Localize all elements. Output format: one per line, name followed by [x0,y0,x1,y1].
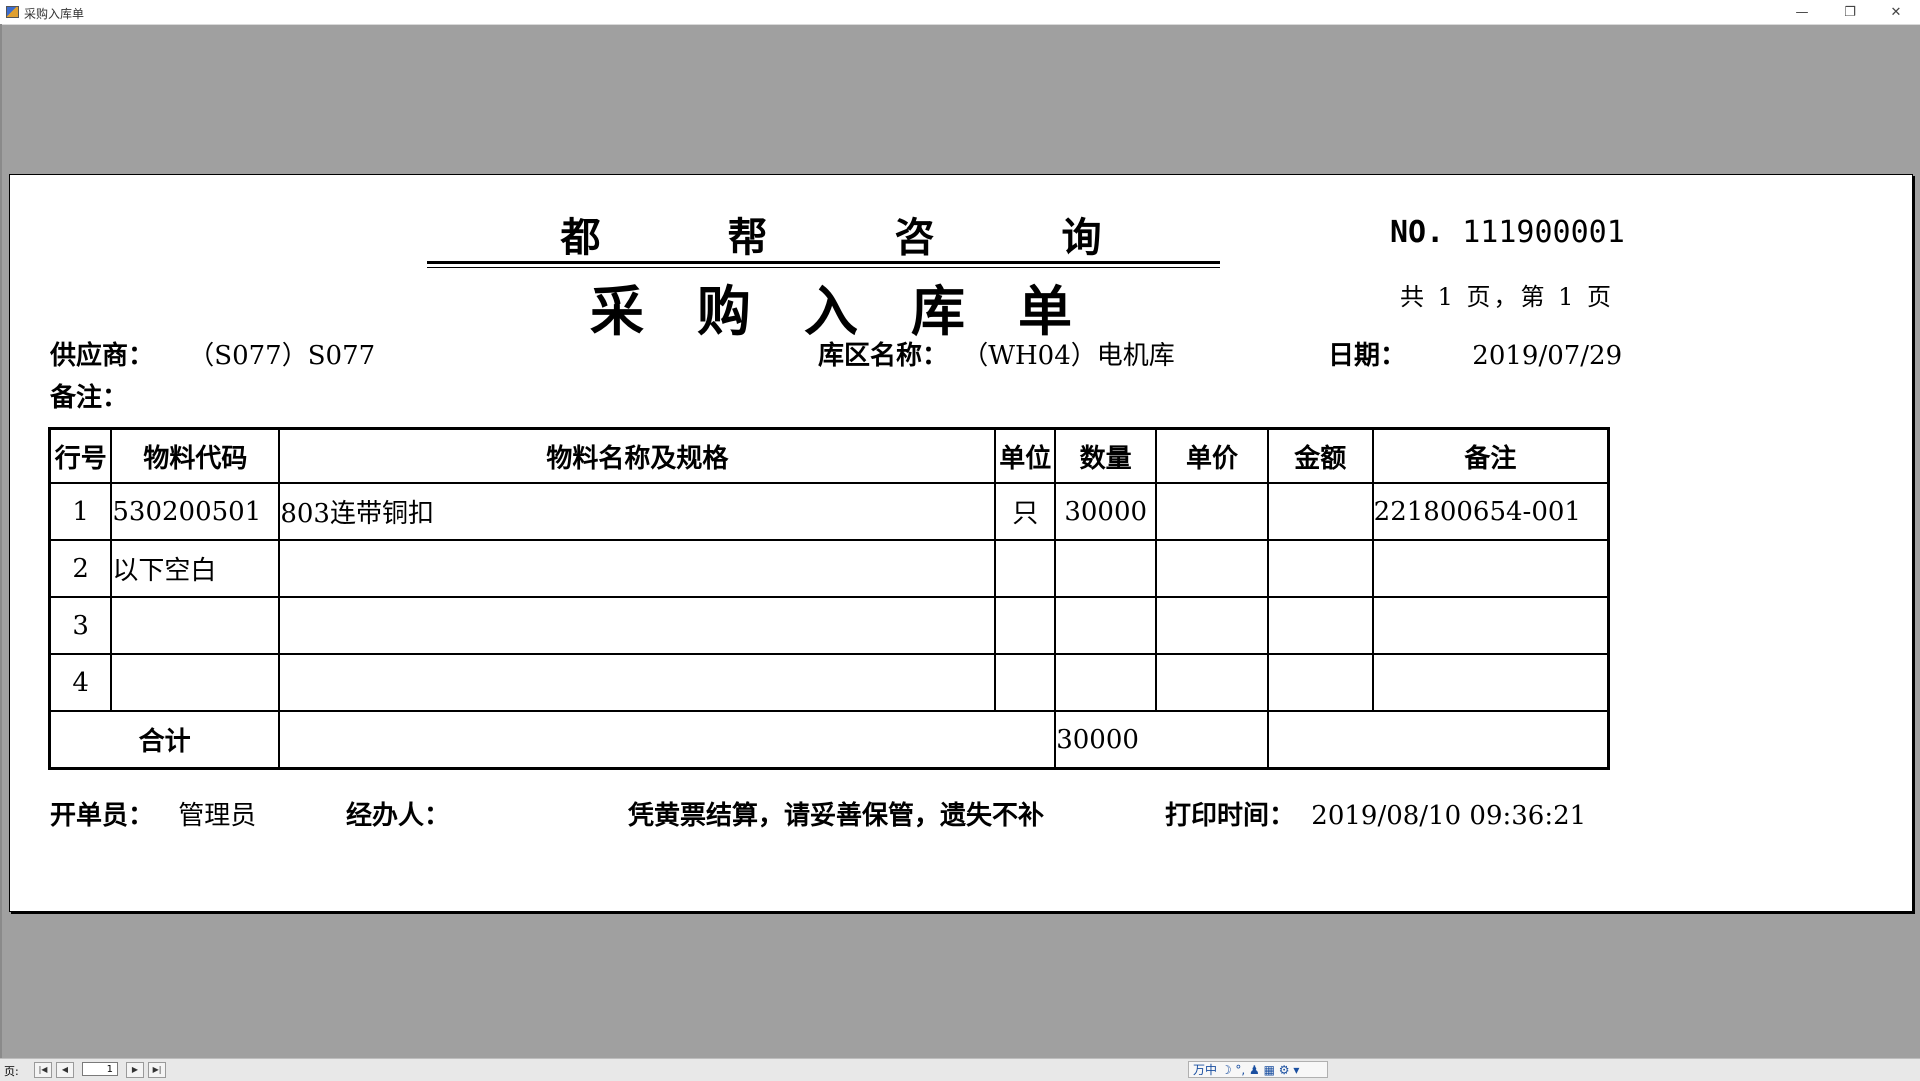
company-char: 帮 [727,214,768,261]
cell-quantity: 30000 [1054,482,1158,541]
table-row: 4 [48,653,1610,712]
prev-page-button[interactable]: ◀ [56,1062,74,1078]
minimize-button[interactable]: — [1780,0,1824,24]
handler-label: 经办人： [346,801,451,831]
warehouse-value: （WH04）电机库 [962,341,1175,371]
handler-field: 经办人： [346,795,450,832]
header-remark: 备注 [1371,427,1610,484]
header-material-code: 物料代码 [110,427,281,484]
restore-button[interactable]: ❐ [1828,0,1872,24]
last-page-button[interactable]: ▶| [148,1062,166,1078]
cell-unit [994,596,1057,655]
cell-line-no: 2 [48,539,113,598]
cell-remark [1371,596,1610,655]
creator-field: 开单员： 管理员 [50,795,256,832]
remark-label: 备注： [50,383,129,413]
window-title: 采购入库单 [24,7,85,21]
cell-remark [1371,653,1610,712]
cell-material-name: 803连带铜扣 [278,482,997,541]
document-number-label: NO. [1390,215,1445,250]
warehouse-label: 库区名称： [818,341,949,371]
date-value: 2019/07/29 [1472,341,1623,371]
cell-material-code [110,653,281,712]
cell-unit-price [1155,653,1269,712]
cell-amount [1266,596,1374,655]
creator-value: 管理员 [178,801,257,831]
table-header-row: 行号 物料代码 物料名称及规格 单位 数量 单价 金额 备注 [48,427,1610,484]
ime-toolbar[interactable]: 万中 ☽ °, ♟ ▦ ⚙ ▾ [1188,1061,1328,1078]
document-number: NO. 111900001 [1390,215,1625,250]
cell-amount [1266,653,1374,712]
supplier-field: 供应商： （S077）S077 [50,335,375,372]
table-row: 2 以下空白 [48,539,1610,598]
cell-unit-price [1155,596,1269,655]
cell-quantity [1054,539,1158,598]
cell-remark [1371,539,1610,598]
table-row: 3 [48,596,1610,655]
company-name: 都帮咨询 [436,205,1226,263]
cell-quantity [1054,596,1158,655]
company-char: 咨 [894,214,935,261]
company-char: 都 [560,214,601,261]
cell-amount [1266,482,1374,541]
cell-amount [1266,539,1374,598]
header-unit: 单位 [994,427,1057,484]
page-info: 共 1 页，第 1 页 [1400,283,1615,311]
cell-material-code: 以下空白 [110,539,281,598]
remark-field: 备注： [50,377,128,414]
header-amount: 金额 [1266,427,1374,484]
print-time-field: 打印时间： 2019/08/10 09:36:21 [1165,795,1586,832]
document-number-value: 111900001 [1462,215,1625,250]
cell-unit-price [1155,539,1269,598]
cell-unit-price [1155,482,1269,541]
client-edge [0,24,2,1062]
title-rule-thick [427,261,1220,264]
company-char: 询 [1061,214,1102,261]
header-material-name: 物料名称及规格 [278,427,997,484]
total-blank-cell [278,710,1057,770]
cell-material-code [110,596,281,655]
cell-unit [994,653,1057,712]
cell-line-no: 1 [48,482,113,541]
items-table: 行号 物料代码 物料名称及规格 单位 数量 单价 金额 备注 1 5302005… [48,427,1610,770]
title-char: 购 [697,279,751,343]
header-unit-price: 单价 [1155,427,1269,484]
header-quantity: 数量 [1054,427,1158,484]
total-remark-cell [1266,710,1610,770]
window-title-bar: 采购入库单 — ❐ ✕ [0,0,1920,25]
supplier-label: 供应商： [50,341,155,371]
date-label: 日期： [1328,341,1407,371]
cell-line-no: 4 [48,653,113,712]
app-icon [6,6,19,18]
creator-label: 开单员： [50,801,155,831]
settlement-notice: 凭黄票结算，请妥善保管，遗失不补 [628,801,1045,831]
table-row: 1 530200501 803连带铜扣 只 30000 221800654-00… [48,482,1610,541]
cell-material-name [278,653,997,712]
cell-line-no: 3 [48,596,113,655]
total-label: 合计 [48,710,281,770]
warehouse-field: 库区名称： （WH04）电机库 [818,335,1175,372]
page-nav-label: 页: [4,1065,19,1078]
cell-material-code: 530200501 [110,482,281,541]
cell-material-name [278,596,997,655]
print-time-label: 打印时间： [1165,801,1296,831]
close-button[interactable]: ✕ [1874,0,1918,24]
first-page-button[interactable]: |◀ [34,1062,52,1078]
print-time-value: 2019/08/10 09:36:21 [1311,801,1587,831]
page-number-input[interactable]: 1 [82,1062,118,1076]
cell-material-name [278,539,997,598]
date-field: 日期： 2019/07/29 [1328,335,1622,372]
cell-quantity [1054,653,1158,712]
total-quantity: 30000 [1054,710,1269,770]
title-char: 采 [590,279,644,343]
cell-unit [994,539,1057,598]
cell-unit: 只 [994,482,1057,541]
cell-remark: 221800654-001 [1371,482,1610,541]
next-page-button[interactable]: ▶ [126,1062,144,1078]
status-bar: 页: |◀ ◀ 1 ▶ ▶| 万中 ☽ °, ♟ ▦ ⚙ ▾ [0,1058,1920,1081]
header-line-no: 行号 [48,427,113,484]
supplier-value: （S077）S077 [188,341,376,371]
table-total-row: 合计 30000 [48,710,1610,770]
print-preview-page: 都帮咨询 采购入库单 NO. 111900001 共 1 页，第 1 页 供应商… [9,174,1913,912]
